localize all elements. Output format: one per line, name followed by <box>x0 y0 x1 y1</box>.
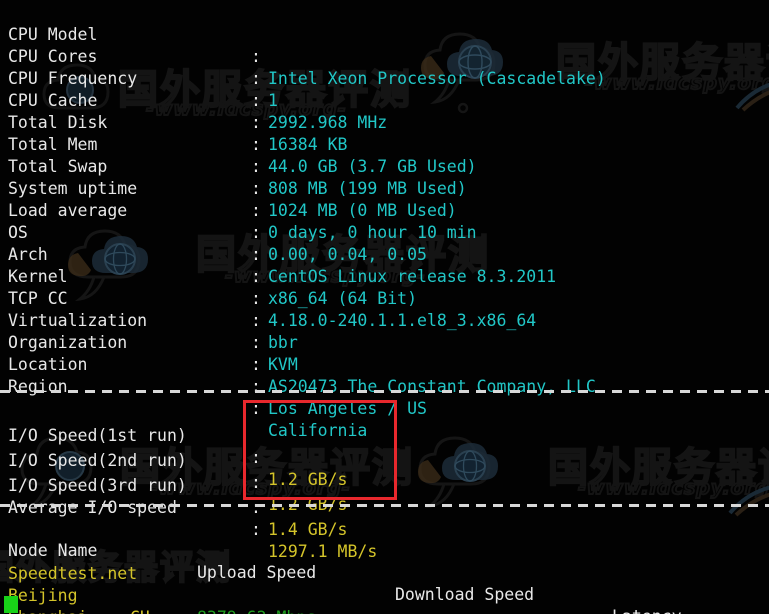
info-value: 2992.968 MHz <box>268 113 388 132</box>
io-row-second-run: I/O Speed(2nd run) : 1.2 GB/s <box>0 428 347 514</box>
info-row-kernel: Kernel : 4.18.0-240.1.1.el8_3.x86_64 <box>0 244 536 330</box>
info-value: 808 MB (199 MB Used) <box>268 179 467 198</box>
info-value: 1 <box>268 91 278 110</box>
io-speed-highlight-box <box>243 400 397 500</box>
info-value: 0.00, 0.04, 0.05 <box>268 245 427 264</box>
info-value: 16384 KB <box>268 135 348 154</box>
speedtest-upload-speed: 8379.62 Mbps <box>197 607 316 614</box>
speedtest-row: Speedtest.net 8379.62 Mbps 8417.87 Mbps … <box>0 541 316 614</box>
info-value: KVM <box>268 355 298 374</box>
info-value: x86_64 (64 Bit) <box>268 289 418 308</box>
info-row-organization: Organization : AS20473 The Constant Comp… <box>0 310 596 396</box>
info-row-cpu-model: CPU Model : Intel Xeon Processor (Cascad… <box>0 2 606 88</box>
io-row-first-run: I/O Speed(1st run) : 1.2 GB/s <box>0 403 347 489</box>
info-row-os: OS : CentOS Linux release 8.3.2011 <box>0 200 556 286</box>
info-value: Intel Xeon Processor (Cascadelake) <box>268 69 606 88</box>
info-separator: : <box>251 377 261 396</box>
info-row-region: Region : California <box>0 354 367 440</box>
info-row-cpu-frequency: CPU Frequency : 2992.968 MHz <box>0 46 387 132</box>
info-row-arch: Arch : x86_64 (64 Bit) <box>0 222 417 308</box>
info-separator: : <box>251 289 261 308</box>
io-value: 1.4 GB/s <box>268 520 348 539</box>
terminal-cursor <box>4 596 18 613</box>
info-value: 4.18.0-240.1.1.el8_3.x86_64 <box>268 311 537 330</box>
info-value: 0 days, 0 hour 10 min <box>268 223 477 242</box>
speedtest-header-latency: Latency <box>612 606 682 614</box>
io-value: 1297.1 MB/s <box>268 542 378 561</box>
info-row-cpu-cores: CPU Cores : 1 <box>0 24 278 110</box>
speedtest-header-download: Download Speed <box>395 585 535 604</box>
info-row-load-average: Load average : 0.00, 0.04, 0.05 <box>0 178 427 264</box>
info-value: CentOS Linux release 8.3.2011 <box>268 267 557 286</box>
info-separator: : <box>251 157 261 176</box>
info-separator: : <box>251 47 261 66</box>
terminal-text-layer: CPU Model : Intel Xeon Processor (Cascad… <box>0 0 769 614</box>
speedtest-node-name: Shanghai <box>8 607 87 614</box>
info-row-total-disk: Total Disk : 44.0 GB (3.7 GB Used) <box>0 90 477 176</box>
info-label: Region <box>8 377 68 396</box>
info-row-system-uptime: System uptime : 0 days, 0 hour 10 min <box>0 156 477 242</box>
info-separator: : <box>251 201 261 220</box>
info-separator: : <box>251 311 261 330</box>
info-separator: : <box>251 267 261 286</box>
info-value: 44.0 GB (3.7 GB Used) <box>268 157 477 176</box>
separator-line-bottom <box>0 504 769 507</box>
info-row-total-swap: Total Swap : 1024 MB (0 MB Used) <box>0 134 457 220</box>
info-separator: : <box>251 179 261 198</box>
speedtest-node-isp: CU <box>130 607 150 614</box>
info-value: AS20473 The Constant Company, LLC <box>268 377 596 396</box>
speedtest-header-row: Node Name Upload Speed Download Speed La… <box>0 518 682 614</box>
info-separator: : <box>251 69 261 88</box>
speedtest-row: Beijing CU 177.41 Mbps 1617.02 Mbps 150.… <box>0 563 150 614</box>
info-separator: : <box>251 91 261 110</box>
info-row-tcp-cc: TCP CC : bbr <box>0 266 298 352</box>
info-value: 1024 MB (0 MB Used) <box>268 201 457 220</box>
info-row-location: Location : Los Angeles / US <box>0 332 427 418</box>
io-label: Average I/O speed <box>8 498 177 517</box>
info-row-cpu-cache: CPU Cache : 16384 KB <box>0 68 347 154</box>
io-row-average: Average I/O speed : 1297.1 MB/s <box>0 475 377 561</box>
info-separator: : <box>251 113 261 132</box>
info-separator: : <box>251 245 261 264</box>
info-separator: : <box>251 355 261 374</box>
info-separator: : <box>251 135 261 154</box>
io-separator: : <box>251 498 261 517</box>
info-separator: : <box>251 223 261 242</box>
terminal-window[interactable]: 国外服务器评测 -www.idcspy.org- 国外服务器评测 -www.id… <box>0 0 769 614</box>
io-separator: : <box>251 520 261 539</box>
info-value: bbr <box>268 333 298 352</box>
info-separator: : <box>251 333 261 352</box>
separator-line-top <box>0 390 769 393</box>
speedtest-header-upload: Upload Speed <box>197 563 317 582</box>
info-row-total-mem: Total Mem : 808 MB (199 MB Used) <box>0 112 467 198</box>
io-row-third-run: I/O Speed(3rd run) : 1.4 GB/s <box>0 453 347 539</box>
info-row-virtualization: Virtualization : KVM <box>0 288 298 374</box>
